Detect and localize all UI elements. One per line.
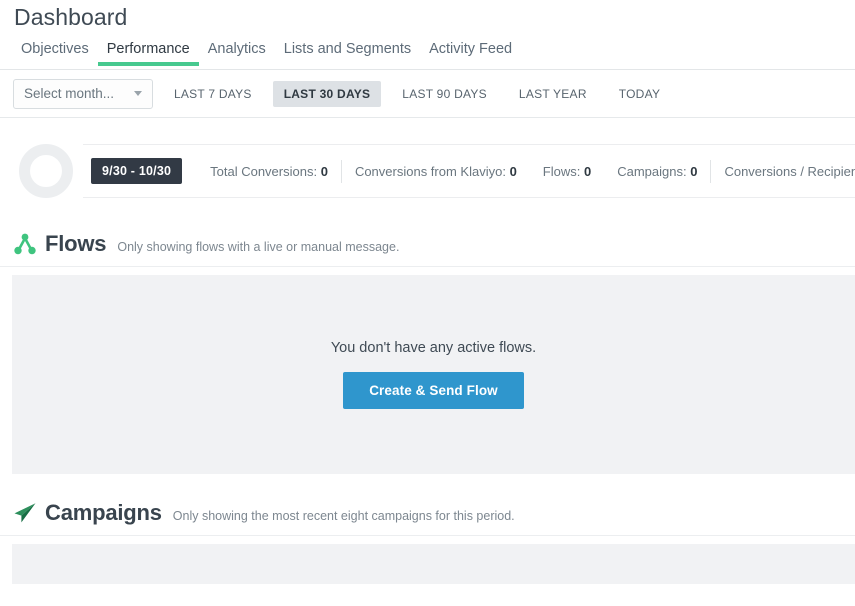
campaigns-title: Campaigns [45, 500, 162, 526]
date-range-badge: 9/30 - 10/30 [91, 158, 182, 184]
stat-label: Total Conversions: [210, 164, 317, 179]
create-and-send-flow-button[interactable]: Create & Send Flow [343, 372, 524, 409]
flows-panel: You don't have any active flows. Create … [12, 275, 855, 474]
flows-title: Flows [45, 231, 106, 257]
tab-activity-feed[interactable]: Activity Feed [420, 38, 521, 66]
range-last-7-days[interactable]: LAST 7 DAYS [163, 81, 263, 107]
stat-total-conversions: Total Conversions: 0 [197, 164, 341, 179]
stat-value: 0 [510, 164, 517, 179]
stat-label: Conversions / Recipient: [724, 164, 855, 179]
stat-flows: Flows: 0 [530, 164, 604, 179]
campaigns-note: Only showing the most recent eight campa… [173, 509, 515, 523]
tab-bar: Objectives Performance Analytics Lists a… [0, 38, 855, 70]
stat-conversions-from-klaviyo: Conversions from Klaviyo: 0 [342, 164, 530, 179]
month-select-value: Select month... [24, 86, 114, 101]
range-last-year[interactable]: LAST YEAR [508, 81, 598, 107]
paper-plane-icon [12, 501, 38, 525]
stat-value: 0 [690, 164, 697, 179]
flows-section-header: Flows Only showing flows with a live or … [0, 231, 855, 267]
month-select[interactable]: Select month... [13, 79, 153, 109]
stat-label: Flows: [543, 164, 581, 179]
campaigns-section-header: Campaigns Only showing the most recent e… [0, 500, 855, 536]
chevron-down-icon [134, 91, 142, 96]
range-today[interactable]: TODAY [608, 81, 671, 107]
campaigns-panel [12, 544, 855, 584]
flow-branch-icon [12, 232, 38, 256]
range-last-30-days[interactable]: LAST 30 DAYS [273, 81, 382, 107]
stat-conversions-per-recipient: Conversions / Recipient: 0.00 [711, 164, 855, 179]
tab-analytics[interactable]: Analytics [199, 38, 275, 66]
stat-value: 0 [321, 164, 328, 179]
stat-label: Conversions from Klaviyo: [355, 164, 506, 179]
range-last-90-days[interactable]: LAST 90 DAYS [391, 81, 498, 107]
date-filter-bar: Select month... LAST 7 DAYS LAST 30 DAYS… [0, 70, 855, 118]
flows-note: Only showing flows with a live or manual… [117, 240, 399, 254]
flows-empty-message: You don't have any active flows. [331, 340, 536, 356]
tab-objectives[interactable]: Objectives [12, 38, 98, 66]
summary-stats: 9/30 - 10/30 Total Conversions: 0 Conver… [83, 144, 855, 198]
donut-chart-icon [19, 144, 73, 198]
page-title: Dashboard [0, 0, 855, 34]
stat-label: Campaigns: [617, 164, 686, 179]
tab-performance[interactable]: Performance [98, 38, 199, 66]
summary-bar: 9/30 - 10/30 Total Conversions: 0 Conver… [0, 135, 855, 207]
tab-lists-and-segments[interactable]: Lists and Segments [275, 38, 420, 66]
stat-campaigns: Campaigns: 0 [604, 164, 710, 179]
stat-value: 0 [584, 164, 591, 179]
